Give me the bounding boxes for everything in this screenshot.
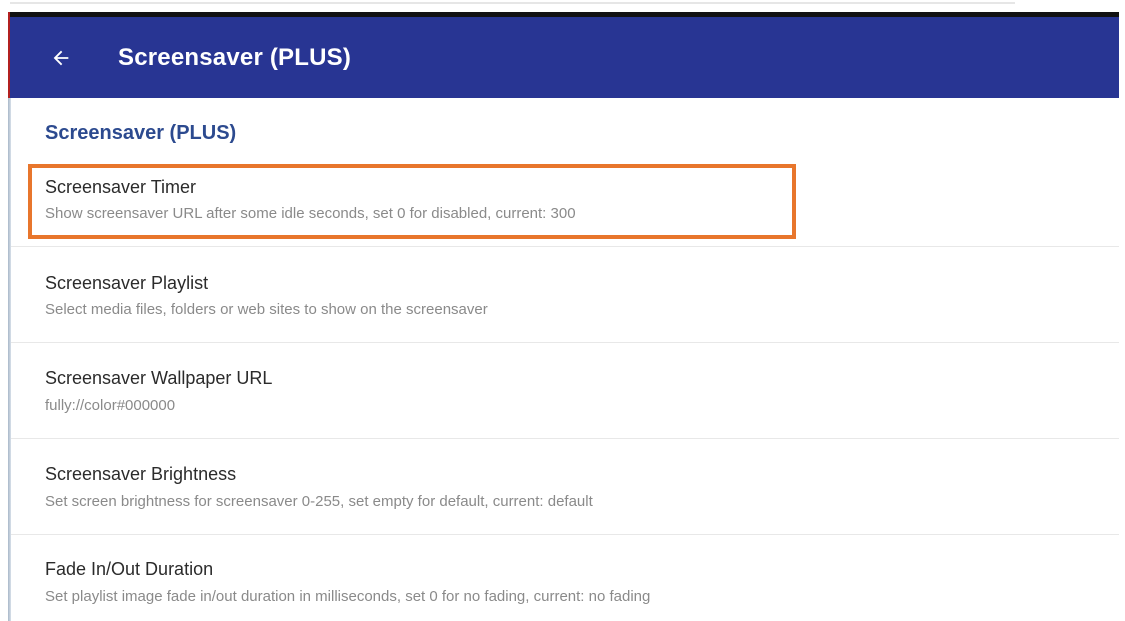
top-divider	[10, 2, 1015, 4]
pref-screensaver-wallpaper-url[interactable]: Screensaver Wallpaper URL fully://color#…	[11, 343, 1119, 439]
pref-title: Screensaver Brightness	[45, 464, 237, 484]
pref-screensaver-brightness[interactable]: Screensaver Brightness Set screen bright…	[11, 439, 1119, 535]
arrow-left-icon	[53, 50, 69, 65]
pref-summary: Set playlist image fade in/out duration …	[45, 588, 651, 605]
left-frame-accent	[8, 12, 10, 98]
section-header: Screensaver (PLUS)	[45, 122, 237, 144]
pref-summary: fully://color#000000	[45, 397, 176, 414]
page-title: Screensaver (PLUS)	[118, 43, 352, 71]
pref-title: Screensaver Timer	[45, 177, 197, 197]
app-bar: Screensaver (PLUS)	[10, 12, 1119, 98]
pref-summary: Set screen brightness for screensaver 0-…	[45, 493, 593, 510]
pref-screensaver-timer[interactable]: Screensaver Timer Show screensaver URL a…	[11, 164, 1119, 244]
pref-title: Fade In/Out Duration	[45, 559, 214, 579]
pref-summary: Show screensaver URL after some idle sec…	[45, 205, 576, 222]
pref-title: Screensaver Wallpaper URL	[45, 368, 273, 388]
screen: Screensaver (PLUS) Screensaver (PLUS) Sc…	[0, 0, 1125, 621]
back-button[interactable]	[36, 33, 86, 83]
pref-summary: Select media files, folders or web sites…	[45, 301, 488, 318]
top-strip	[0, 0, 1125, 12]
pref-screensaver-playlist[interactable]: Screensaver Playlist Select media files,…	[11, 247, 1119, 343]
preferences-list: Screensaver (PLUS) Screensaver Timer Sho…	[11, 98, 1119, 621]
pref-title: Screensaver Playlist	[45, 273, 209, 293]
pref-fade-duration[interactable]: Fade In/Out Duration Set playlist image …	[11, 535, 1119, 621]
